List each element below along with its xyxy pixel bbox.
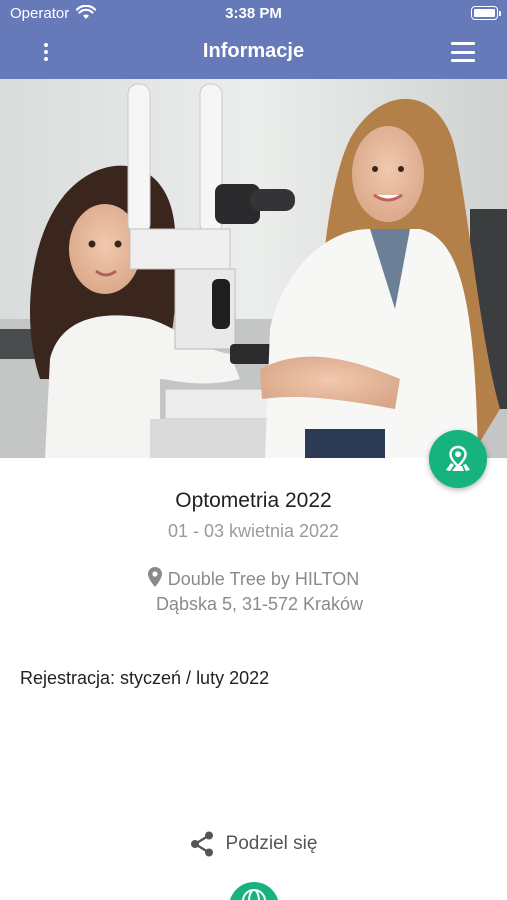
map-pin-icon [446,445,470,471]
registration-info: Rejestracja: styczeń / luty 2022 [20,668,270,688]
page-title: Informacje [202,40,305,62]
venue: Double Tree by HILTON Dąbska 5, 31-572 K… [0,567,507,617]
venue-name: Double Tree by HILTON [167,569,360,589]
venue-address: Dąbska 5, 31-572 Kraków [155,594,364,614]
battery-icon [471,6,501,20]
map-pin-button[interactable] [429,430,487,488]
hero-image [0,79,507,458]
share-button[interactable]: Podziel się [0,831,507,857]
venue-name-line: Double Tree by HILTON [0,567,507,592]
location-pin-icon [147,567,162,587]
globe-icon [242,889,266,900]
hamburger-menu-icon[interactable] [451,42,475,62]
photo-optometrist-with-child [0,79,507,458]
globe-button[interactable] [229,882,279,900]
status-bar: Operator 3:38 PM [0,0,507,28]
nav-bar: Informacje [0,28,507,79]
share-icon [190,831,213,857]
share-label: Podziel się [225,833,318,854]
header: Operator 3:38 PM Informacje [0,0,507,79]
event-dates: 01 - 03 kwietnia 2022 [167,521,340,541]
event-title: Optometria 2022 [175,489,332,512]
clock: 3:38 PM [225,5,282,22]
